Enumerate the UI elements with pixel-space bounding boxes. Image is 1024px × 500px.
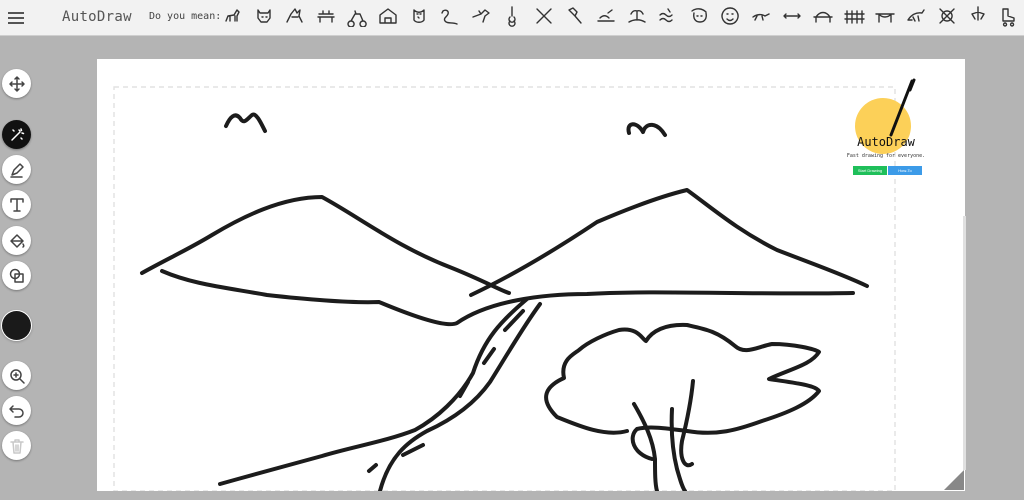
guitar-icon [508, 6, 516, 27]
owl-icon [413, 9, 425, 23]
bird-stroke-right [626, 122, 667, 137]
fill-tool[interactable] [2, 226, 31, 255]
move-tool[interactable] [2, 69, 31, 98]
suggestion-waves-icon[interactable] [657, 5, 679, 27]
cat-icon [257, 9, 271, 23]
suggestion-cat-icon[interactable] [253, 5, 275, 27]
face-icon [721, 7, 739, 25]
move-icon [8, 75, 25, 92]
beach-icon [597, 9, 615, 22]
how-to-button[interactable]: How-To [888, 166, 922, 175]
suggestion-hammer-icon[interactable] [564, 5, 586, 27]
suggestion-hummingbird-icon[interactable] [470, 5, 492, 27]
zoom-tool[interactable] [2, 361, 31, 390]
waves-icon [659, 8, 673, 23]
bench-icon [317, 10, 335, 23]
suggestion-roller-skate-icon[interactable] [998, 5, 1020, 27]
bird-stroke-left [224, 112, 267, 133]
island-icon [628, 10, 646, 23]
suggestion-dog-icon[interactable] [222, 5, 244, 27]
road-dash-5 [367, 463, 378, 473]
swords-icon [536, 8, 552, 24]
pencil-icon [9, 162, 24, 178]
canvas-edge [963, 216, 966, 470]
suggestion-bicycle-icon[interactable] [346, 5, 368, 27]
dragon-icon [907, 9, 925, 22]
top-bar: AutoDraw Do you mean: [0, 0, 1024, 36]
suggestion-wolf-icon[interactable] [284, 5, 306, 27]
zoom-icon [9, 368, 25, 384]
bridge-icon [813, 11, 833, 23]
shapes-icon [9, 268, 24, 283]
dog-icon [225, 9, 240, 22]
suggestion-crossed-out-icon[interactable] [936, 5, 958, 27]
barn-icon [379, 8, 397, 24]
crossed-out-icon [939, 8, 955, 24]
road-dash-2 [482, 347, 496, 365]
suggestion-snake-icon[interactable] [439, 5, 461, 27]
splash-brand: AutoDraw [857, 135, 915, 149]
drawing-canvas[interactable]: AutoDraw Fast drawing for everyone. Star… [97, 59, 965, 491]
text-icon [9, 197, 24, 212]
undo-tool[interactable] [2, 396, 31, 425]
suggestion-lizard-icon[interactable] [750, 5, 772, 27]
arrows-icon [783, 13, 801, 19]
bridge-arch-icon [875, 13, 895, 23]
page-corner-fold [944, 470, 964, 490]
suggestion-island-icon[interactable] [626, 5, 648, 27]
mountain-left-stroke [140, 195, 511, 295]
start-drawing-button[interactable]: Start Drawing [853, 166, 887, 175]
tree-trunk-stroke [632, 379, 695, 491]
suggestion-guitar-icon[interactable] [501, 5, 523, 27]
suggestion-arrows-icon[interactable] [781, 5, 803, 27]
chandelier-icon [971, 6, 985, 21]
draw-tool[interactable] [2, 155, 31, 184]
fill-bucket-icon [9, 233, 24, 248]
bicycle-icon [347, 10, 367, 27]
mountain-right-stroke [469, 188, 869, 297]
fence-icon [844, 10, 865, 24]
color-tool[interactable] [2, 311, 31, 340]
suggestion-strip [0, 0, 1024, 36]
snake-icon [441, 9, 458, 25]
shape-tool[interactable] [2, 261, 31, 290]
suggestion-swords-icon[interactable] [533, 5, 555, 27]
suggestion-owl-icon[interactable] [408, 5, 430, 27]
suggestion-fence-icon[interactable] [843, 5, 865, 27]
sketch-layer [113, 86, 896, 491]
suggestion-beach-icon[interactable] [595, 5, 617, 27]
hammer-icon [568, 7, 582, 24]
pen-logo-icon [889, 78, 916, 137]
trash-icon [9, 438, 24, 454]
sloth-icon [691, 8, 707, 23]
roller-skate-icon [1002, 8, 1015, 27]
suggestion-bridge-icon[interactable] [812, 5, 834, 27]
suggestion-bridge-arch-icon[interactable] [874, 5, 896, 27]
lizard-icon [752, 13, 770, 21]
delete-tool[interactable] [2, 431, 31, 460]
autodraw-wand-icon [10, 127, 24, 141]
suggestion-barn-icon[interactable] [377, 5, 399, 27]
autodraw-tool[interactable] [2, 120, 31, 149]
type-tool[interactable] [2, 190, 31, 219]
suggestion-face-icon[interactable] [719, 5, 741, 27]
suggestion-sloth-icon[interactable] [688, 5, 710, 27]
undo-icon [8, 404, 24, 418]
splash-tagline: Fast drawing for everyone. [846, 153, 926, 159]
autodraw-splash: AutoDraw Fast drawing for everyone. Star… [836, 76, 936, 181]
suggestion-bench-icon[interactable] [315, 5, 337, 27]
hummingbird-icon [472, 9, 490, 23]
wolf-icon [286, 8, 303, 23]
suggestion-chandelier-icon[interactable] [967, 5, 989, 27]
suggestion-dragon-icon[interactable] [905, 5, 927, 27]
